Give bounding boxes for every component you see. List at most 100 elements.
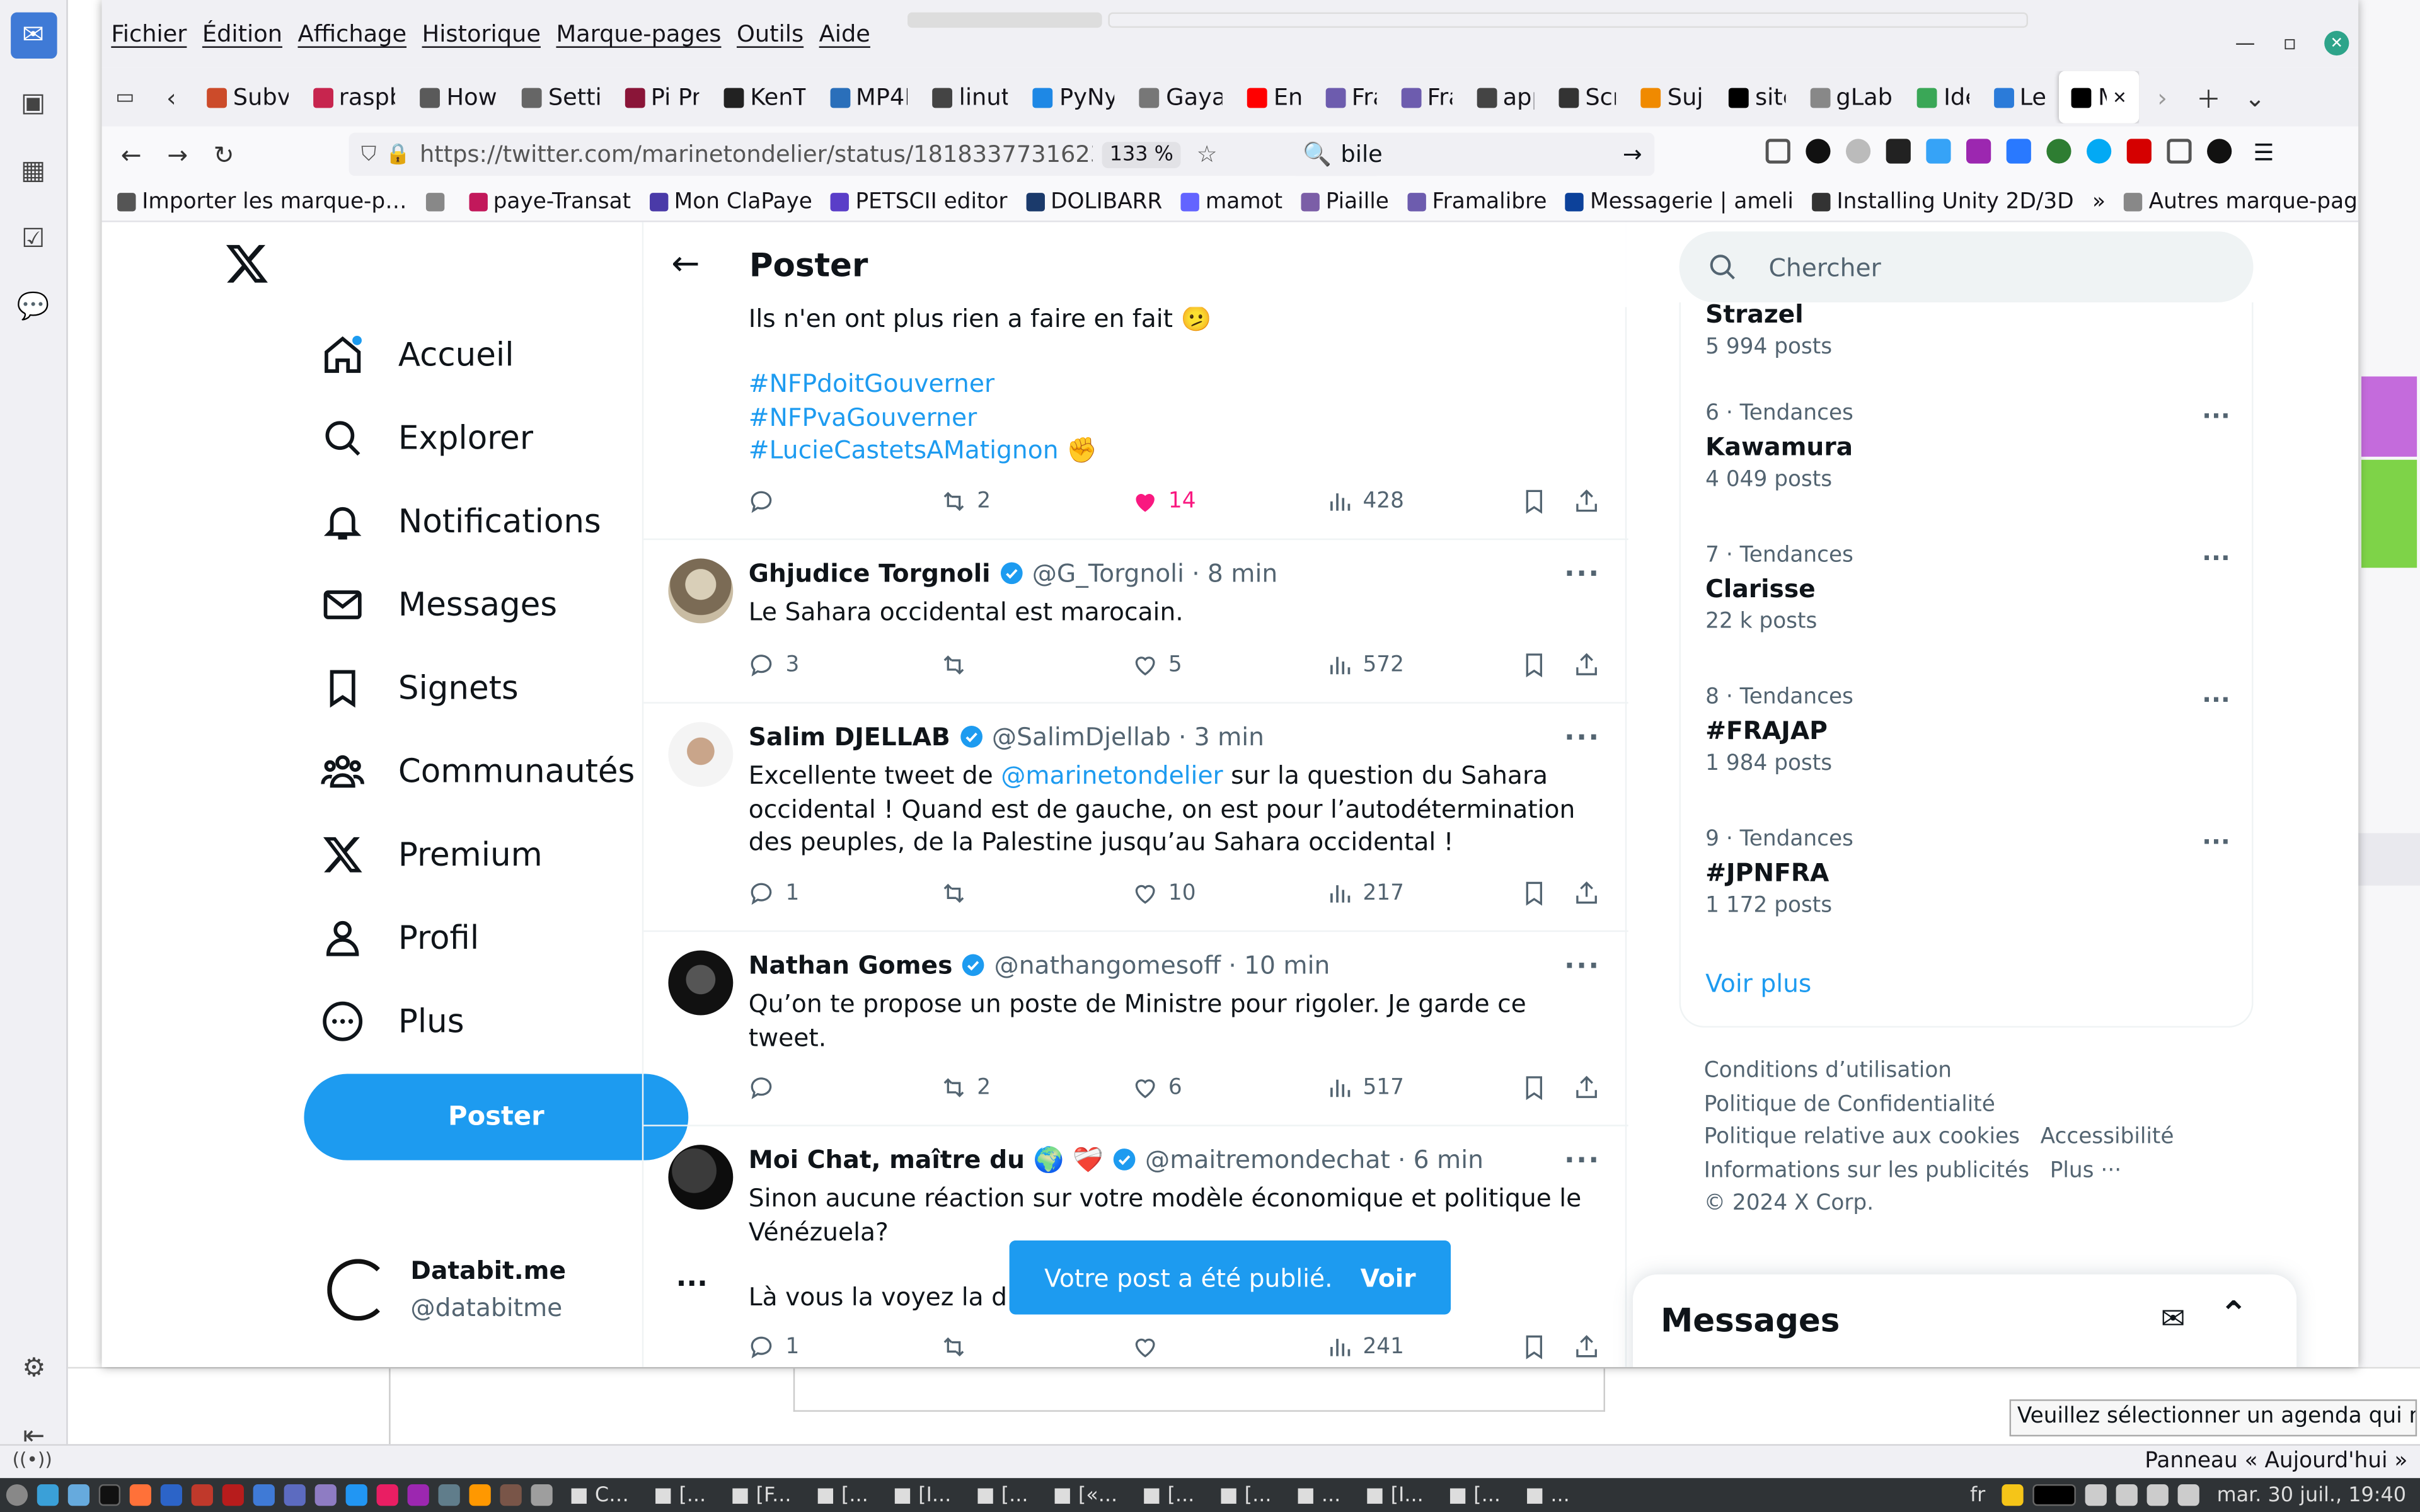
taskbar-window[interactable]: ■ [F... (723, 1484, 799, 1507)
volume-icon[interactable] (2178, 1484, 2200, 1506)
app-icon[interactable] (531, 1484, 553, 1506)
bookmark-button[interactable] (1520, 879, 1548, 907)
app-icon[interactable] (407, 1484, 429, 1506)
retweet-button[interactable] (940, 1333, 967, 1361)
menu-fichier[interactable]: Fichier (111, 20, 187, 48)
trend-more-icon[interactable]: ··· (2202, 543, 2230, 573)
mail-icon[interactable]: ✉ (9, 12, 57, 59)
address-book-icon[interactable]: ▣ (10, 80, 56, 126)
author-name[interactable]: Nathan Gomes (749, 951, 953, 980)
author-handle[interactable]: @G_Torgnoli (1032, 559, 1184, 588)
nav-communities[interactable]: Communautés (321, 750, 635, 793)
search-go-icon[interactable]: → (1623, 140, 1642, 168)
menu-affichage[interactable]: Affichage (298, 20, 407, 48)
shield-icon[interactable]: ⛉ (361, 143, 376, 166)
nav-premium[interactable]: Premium (321, 833, 543, 876)
browser-tab[interactable]: PyNya (1021, 71, 1127, 123)
browser-tab[interactable]: Fra (1388, 71, 1464, 123)
back-arrow-icon[interactable]: ← (671, 245, 700, 284)
browser-tab[interactable]: linuto (920, 71, 1020, 123)
bookmark-item[interactable]: » (2092, 189, 2106, 214)
tweet-more-icon[interactable]: ··· (1564, 559, 1601, 591)
tray-icon[interactable] (2033, 1484, 2077, 1506)
trend-item[interactable]: Strazel 5 994 posts (1705, 293, 2230, 360)
avatar[interactable] (668, 558, 734, 624)
extension-icon[interactable] (2006, 139, 2031, 164)
menu-historique[interactable]: Historique (422, 20, 541, 48)
extension-icon[interactable] (1926, 139, 1951, 164)
reply-button[interactable]: 1 (749, 879, 799, 907)
app-icon[interactable] (500, 1484, 522, 1506)
taskbar-window[interactable]: ■ [... (646, 1484, 713, 1507)
bookmark-item[interactable] (425, 192, 450, 211)
views-button[interactable]: 241 (1326, 1333, 1404, 1361)
footer-link[interactable]: Accessibilité (2041, 1125, 2174, 1149)
bookmark-item[interactable]: Piaille (1301, 189, 1389, 214)
taskbar-window[interactable]: ■ [«... (1045, 1484, 1125, 1507)
ublock-icon[interactable] (2126, 139, 2152, 164)
trend-item[interactable]: 7 · Tendances Clarisse 22 k posts ··· (1705, 543, 2230, 634)
browser-tab[interactable]: Ent (1235, 71, 1313, 123)
nav-notifications[interactable]: Notifications (321, 500, 601, 543)
bookmark-item[interactable]: Framalibre (1407, 189, 1547, 214)
footer-link[interactable]: Politique relative aux cookies (1704, 1125, 2020, 1149)
menu-outils[interactable]: Outils (737, 20, 804, 48)
app-icon[interactable] (160, 1484, 182, 1506)
nav-profile[interactable]: Profil (321, 917, 479, 960)
nav-messages[interactable]: Messages (321, 583, 557, 627)
messages-drawer[interactable]: Messages ✉ ⌃ (1633, 1274, 2297, 1367)
trend-item[interactable]: 9 · Tendances #JPNFRA 1 172 posts ··· (1705, 827, 2230, 918)
search-input[interactable]: bile (1340, 140, 1623, 168)
browser-tab[interactable]: Suje (1629, 71, 1717, 123)
reload-icon[interactable]: ↻ (200, 140, 246, 169)
footer-link[interactable]: Politique de Confidentialité (1704, 1089, 2229, 1122)
close-window-icon[interactable]: ✕ (2324, 30, 2349, 56)
search-bar[interactable]: 🔍 bile → (1290, 132, 1655, 176)
author-handle[interactable]: @maitremondechat (1145, 1145, 1390, 1174)
app-icon[interactable] (376, 1484, 398, 1506)
taskbar-window[interactable]: ■ [... (1134, 1484, 1202, 1507)
author-name[interactable]: Moi Chat, maître du 🌍 ❤️‍🩹 (749, 1145, 1103, 1174)
taskbar-window[interactable]: ■ [I... (1357, 1484, 1431, 1507)
footer-link[interactable]: Conditions d’utilisation (1704, 1055, 2229, 1089)
trend-item[interactable]: 8 · Tendances #FRAJAP 1 984 posts ··· (1705, 685, 2230, 776)
like-button[interactable]: 5 (1131, 651, 1182, 679)
toast-view-link[interactable]: Voir (1361, 1263, 1416, 1293)
taskbar-window[interactable]: ■ ... (1288, 1484, 1348, 1507)
bookmark-item[interactable]: Mon ClaPaye (649, 189, 812, 214)
account-icon[interactable] (2207, 139, 2232, 164)
scroll-tabs-left-icon[interactable]: ‹ (148, 83, 194, 112)
views-button[interactable]: 428 (1326, 488, 1404, 515)
bookmark-button[interactable] (1520, 1333, 1548, 1361)
retweet-button[interactable]: 2 (940, 1074, 991, 1102)
app-icon[interactable] (284, 1484, 306, 1506)
author-name[interactable]: Salim DJELLAB (749, 722, 950, 752)
tasks-icon[interactable]: ☑ (10, 216, 56, 262)
battery-icon[interactable] (2116, 1484, 2138, 1506)
tweet-time[interactable]: 6 min (1414, 1145, 1484, 1174)
nav-bookmarks[interactable]: Signets (321, 667, 519, 710)
share-button[interactable] (1573, 879, 1601, 907)
reply-button[interactable]: 1 (749, 1333, 799, 1361)
tweet[interactable]: Salim DJELLAB @SalimDjellab · 3 min ··· … (643, 704, 1628, 932)
tweet-more-icon[interactable]: ··· (1564, 1145, 1601, 1177)
nav-explore[interactable]: Explorer (321, 416, 533, 460)
settings-icon[interactable]: ⚙ (11, 1346, 57, 1392)
zoom-indicator[interactable]: 133 % (1102, 141, 1182, 168)
bookmark-item[interactable]: Autres marque-pages (2124, 189, 2358, 214)
menu-edition[interactable]: Édition (202, 20, 282, 48)
mention-link[interactable]: @marinetondelier (1001, 760, 1223, 790)
browser-tab[interactable]: Ide (1905, 71, 1981, 123)
maximize-icon[interactable]: ▫ (2283, 32, 2297, 55)
footer-more-link[interactable]: Plus ··· (2050, 1158, 2121, 1183)
scroll-tabs-right-icon[interactable]: › (2139, 83, 2185, 112)
browser-tab[interactable]: KenT2 (712, 71, 817, 123)
x-logo-icon[interactable] (222, 241, 272, 287)
browser-tab[interactable]: Scri (1547, 71, 1628, 123)
clock[interactable]: mar. 30 juil., 19:40 (2209, 1484, 2414, 1507)
browser-tab[interactable]: Subve (195, 71, 301, 123)
retweet-button[interactable]: 2 (940, 488, 991, 515)
pocket-icon[interactable] (1765, 139, 1790, 164)
tweet-time[interactable]: 8 min (1207, 559, 1277, 588)
views-button[interactable]: 572 (1326, 651, 1404, 679)
